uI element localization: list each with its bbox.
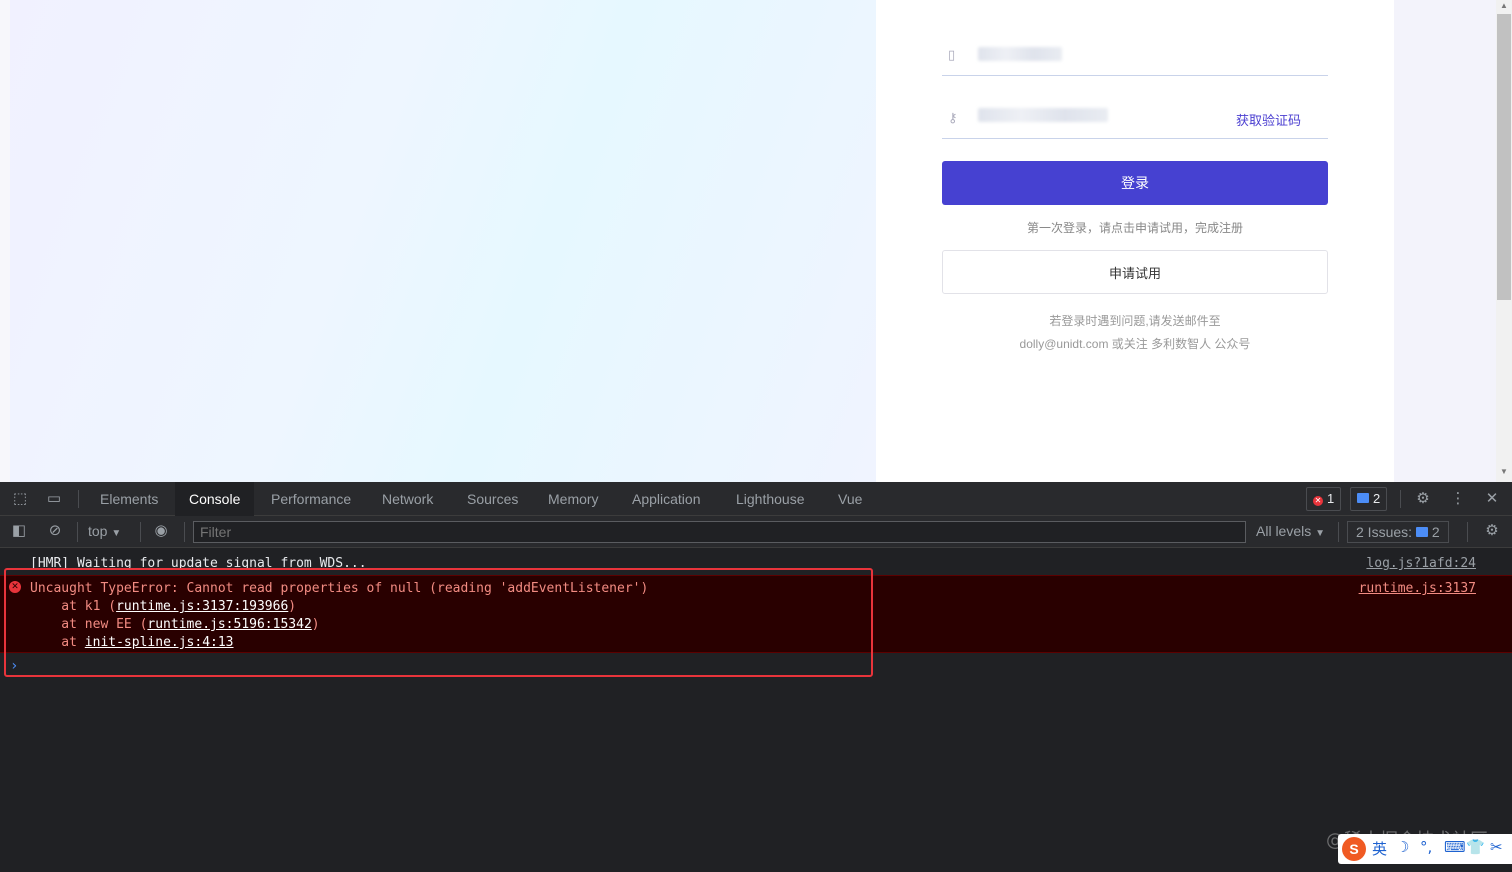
phone-icon: ▯ xyxy=(948,47,956,62)
settings-gear-icon[interactable]: ⚙ xyxy=(1413,489,1433,509)
filter-input[interactable] xyxy=(193,521,1246,543)
error-count-badge[interactable]: ✕ 1 xyxy=(1306,487,1342,511)
error-source-link[interactable]: runtime.js:3137 xyxy=(1359,581,1476,596)
keyboard-icon[interactable]: ⌨ xyxy=(1444,838,1466,856)
contact-text-1: 若登录时遇到问题,请发送邮件至 xyxy=(1049,314,1221,328)
divider xyxy=(1338,522,1339,542)
divider xyxy=(77,522,78,542)
code-value-blurred[interactable] xyxy=(978,108,1108,122)
log-source-link[interactable]: log.js?1afd:24 xyxy=(1366,556,1476,571)
tab-memory[interactable]: Memory xyxy=(534,482,613,516)
console-settings-gear-icon[interactable]: ⚙ xyxy=(1482,521,1502,541)
right-background xyxy=(1394,0,1496,482)
inspect-element-icon[interactable]: ⬚ xyxy=(10,489,30,509)
tab-vue[interactable]: Vue xyxy=(824,482,876,516)
ime-logo-icon[interactable]: S xyxy=(1342,837,1366,861)
scroll-up-icon[interactable]: ▲ xyxy=(1496,0,1512,12)
page-viewport: ▯ ⚷ 获取验证码 登录 第一次登录，请点击申请试用，完成注册 申请试用 若登录… xyxy=(0,0,1512,482)
dropdown-arrow-icon: ▼ xyxy=(1315,528,1326,539)
login-button[interactable]: 登录 xyxy=(942,161,1328,205)
device-toolbar-icon[interactable]: ▭ xyxy=(44,489,64,509)
log-levels-select[interactable]: All levels ▼ xyxy=(1256,523,1325,539)
tab-lighthouse[interactable]: Lighthouse xyxy=(722,482,819,516)
moon-icon[interactable]: ☽ xyxy=(1396,838,1409,856)
tab-application[interactable]: Application xyxy=(618,482,715,516)
tab-network[interactable]: Network xyxy=(368,482,447,516)
devtools-panel: ⬚ ▭ Elements Console Performance Network… xyxy=(0,482,1512,872)
scroll-down-icon[interactable]: ▼ xyxy=(1496,466,1512,478)
phone-value-blurred[interactable] xyxy=(978,47,1062,61)
trial-button[interactable]: 申请试用 xyxy=(942,250,1328,294)
ime-language-toggle[interactable]: 英 xyxy=(1372,838,1387,859)
hero-background xyxy=(10,0,876,482)
phone-field-underline xyxy=(942,75,1328,76)
annotation-highlight-box xyxy=(4,568,873,677)
get-code-link[interactable]: 获取验证码 xyxy=(1236,110,1301,129)
more-options-icon[interactable]: ⋮ xyxy=(1448,489,1468,509)
error-count: 1 xyxy=(1327,491,1335,506)
devtools-tab-bar: ⬚ ▭ Elements Console Performance Network… xyxy=(0,482,1512,516)
console-toolbar: ◧ ⊘ top ▼ ◉ All levels ▼ 2 Issues: 2 ⚙ xyxy=(0,516,1512,548)
tab-performance[interactable]: Performance xyxy=(257,482,365,516)
message-count: 2 xyxy=(1373,491,1381,506)
sidebar-toggle-icon[interactable]: ◧ xyxy=(9,521,29,541)
tab-console[interactable]: Console xyxy=(175,482,255,516)
key-icon: ⚷ xyxy=(948,110,958,125)
issues-icon xyxy=(1415,527,1428,537)
console-output: [HMR] Waiting for update signal from WDS… xyxy=(0,548,1512,872)
punctuation-icon[interactable]: °, xyxy=(1420,838,1432,856)
tab-elements[interactable]: Elements xyxy=(86,482,172,516)
issues-label: 2 Issues: xyxy=(1356,524,1413,540)
contact-text-2: dolly@unidt.com 或关注 多利数智人 公众号 xyxy=(1019,337,1251,351)
divider xyxy=(78,490,79,508)
close-icon[interactable]: ✕ xyxy=(1482,489,1502,509)
message-count-badge[interactable]: 2 xyxy=(1350,487,1388,511)
left-edge xyxy=(0,0,10,482)
tab-sources[interactable]: Sources xyxy=(453,482,532,516)
divider xyxy=(184,522,185,542)
levels-value: All levels xyxy=(1256,523,1312,539)
scrollbar-thumb[interactable] xyxy=(1497,14,1511,300)
clear-console-icon[interactable]: ⊘ xyxy=(45,521,65,541)
error-icon: ✕ xyxy=(1313,496,1323,506)
ime-toolbar[interactable]: S 英 ☽ °, ⌨ 👕 ✂ xyxy=(1338,834,1512,864)
scissors-icon[interactable]: ✂ xyxy=(1490,838,1503,856)
context-select[interactable]: top ▼ xyxy=(88,523,121,539)
eye-icon[interactable]: ◉ xyxy=(151,521,171,541)
divider xyxy=(1467,522,1468,542)
context-value: top xyxy=(88,523,108,539)
dropdown-arrow-icon: ▼ xyxy=(111,528,122,539)
first-login-hint: 第一次登录，请点击申请试用，完成注册 xyxy=(1026,221,1243,235)
issues-button[interactable]: 2 Issues: 2 xyxy=(1347,521,1449,543)
issues-count: 2 xyxy=(1431,524,1440,540)
divider xyxy=(140,522,141,542)
code-field-underline xyxy=(942,138,1328,139)
message-icon xyxy=(1357,493,1369,503)
divider xyxy=(1400,490,1401,508)
skin-icon[interactable]: 👕 xyxy=(1466,838,1485,856)
